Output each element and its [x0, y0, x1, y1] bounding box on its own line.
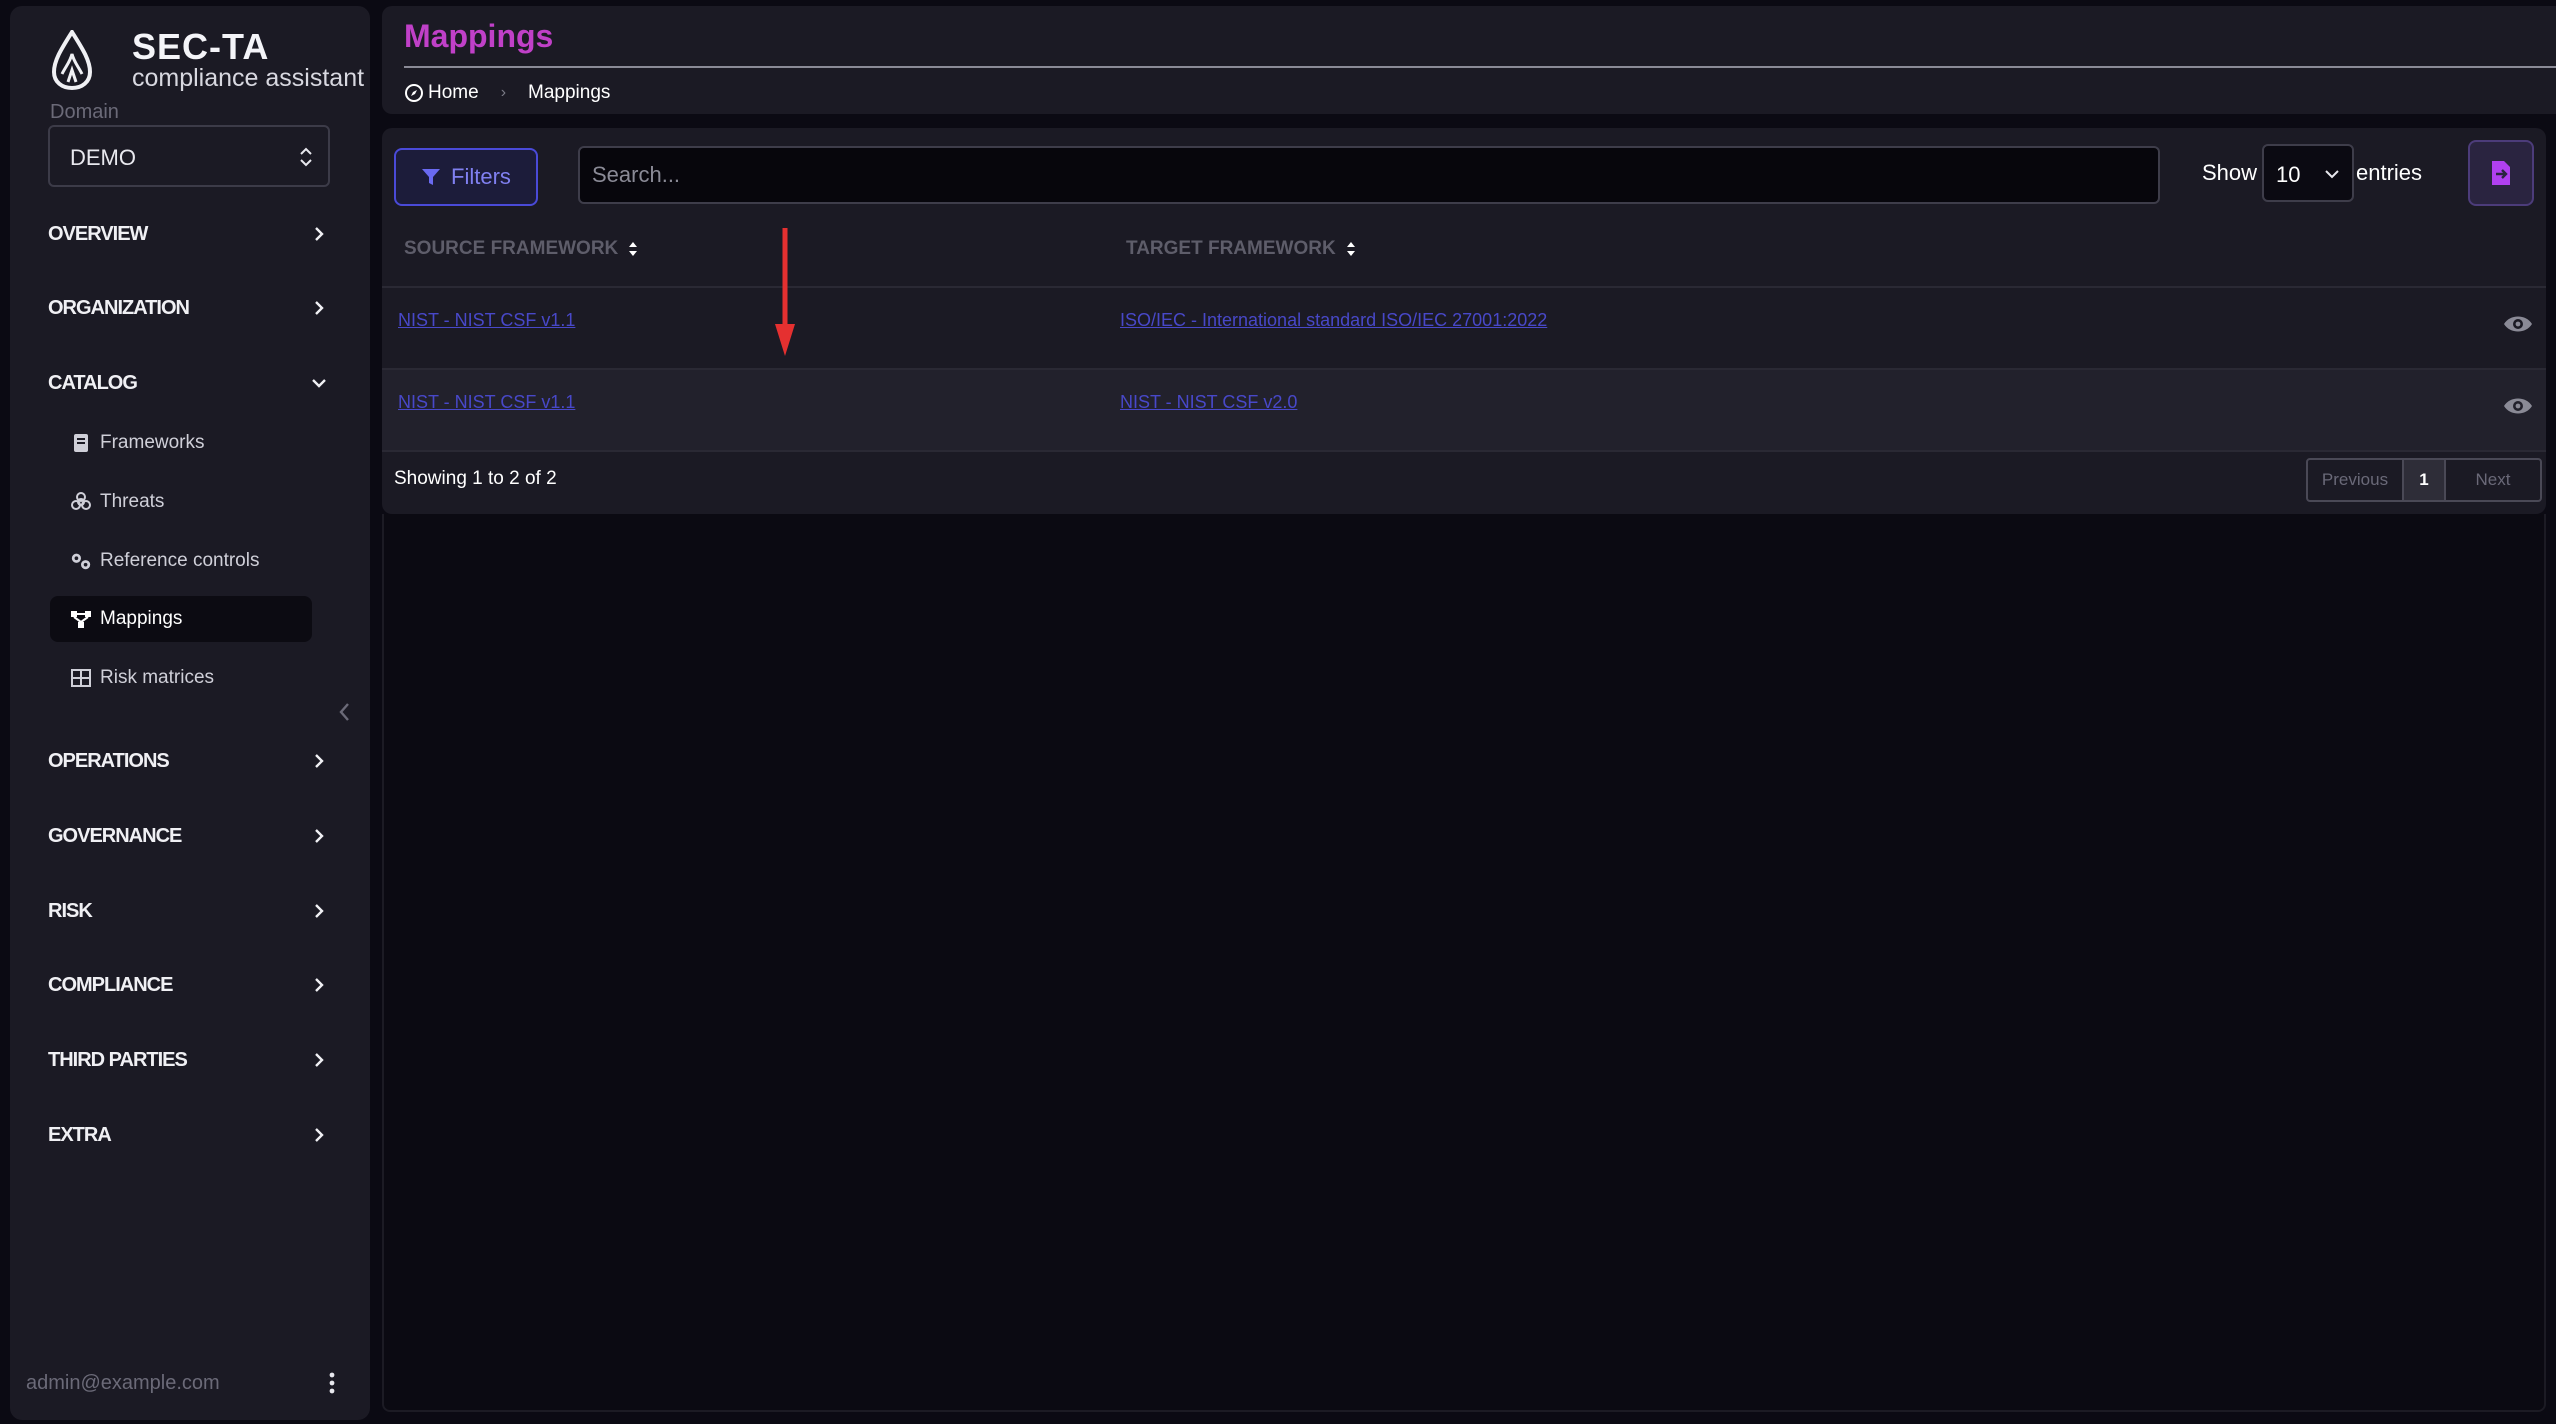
sidebar-item-label: Reference controls [100, 550, 260, 571]
breadcrumb-current: Mappings [528, 82, 611, 103]
sidebar-item-frameworks[interactable]: Frameworks [50, 420, 312, 466]
filter-icon [422, 169, 441, 185]
chevron-down-icon [312, 379, 326, 388]
sidebar-item-reference-controls[interactable]: Reference controls [50, 538, 312, 584]
eye-icon[interactable] [2502, 312, 2534, 336]
diagram-icon [70, 608, 92, 630]
previous-page-button[interactable]: Previous [2308, 460, 2404, 500]
collapse-sidebar-icon[interactable] [336, 700, 354, 724]
nav-group-label: OPERATIONS [48, 749, 170, 772]
annotation-arrow-icon [775, 228, 795, 356]
book-icon [70, 432, 92, 454]
sidebar: SEC-TA compliance assistant Domain DEMO … [10, 6, 370, 1420]
nav-group-label: OVERVIEW [48, 222, 148, 245]
nav-group-extra[interactable]: EXTRA [48, 1113, 328, 1157]
filters-button[interactable]: Filters [394, 148, 538, 206]
updown-chevron-icon [300, 147, 312, 167]
chevron-right-icon [315, 1128, 324, 1142]
nav-group-governance[interactable]: GOVERNANCE [48, 814, 328, 858]
app-title: SEC-TA [132, 26, 270, 67]
page-1-button[interactable]: 1 [2404, 460, 2444, 500]
mappings-table-panel: Filters Show 10 entries SOURCE FRAMEWORK… [382, 128, 2546, 514]
breadcrumb-home[interactable]: Home [428, 82, 479, 104]
biohazard-icon [70, 491, 92, 513]
grid-icon [70, 667, 92, 689]
chevron-right-icon [315, 829, 324, 843]
row-divider [382, 450, 2546, 452]
target-framework-link[interactable]: ISO/IEC - International standard ISO/IEC… [1120, 310, 1547, 331]
export-button[interactable] [2468, 140, 2534, 206]
source-framework-link[interactable]: NIST - NIST CSF v1.1 [398, 392, 575, 413]
chevron-down-icon [2325, 170, 2339, 179]
logo-icon [51, 30, 93, 90]
chevron-right-icon [315, 754, 324, 768]
nav-group-risk[interactable]: RISK [48, 889, 328, 933]
entries-per-page-select[interactable]: 10 [2262, 144, 2354, 202]
search-input[interactable] [578, 146, 2160, 204]
nav-group-label: GOVERNANCE [48, 824, 182, 847]
nav-group-overview[interactable]: OVERVIEW [48, 212, 328, 256]
file-export-icon [2492, 161, 2510, 185]
app-subtitle: compliance assistant [132, 64, 365, 92]
entries-value: 10 [2276, 162, 2301, 187]
table-row: NIST - NIST CSF v1.1 NIST - NIST CSF v2.… [382, 370, 2546, 450]
pagination: Previous 1 Next [2306, 458, 2542, 502]
chevron-right-icon [315, 1053, 324, 1067]
compass-icon [405, 84, 423, 102]
column-header-source[interactable]: SOURCE FRAMEWORK [404, 238, 638, 260]
column-header-label: SOURCE FRAMEWORK [404, 238, 619, 259]
table-info: Showing 1 to 2 of 2 [394, 468, 557, 489]
table-row: NIST - NIST CSF v1.1 ISO/IEC - Internati… [382, 288, 2546, 368]
sidebar-item-risk-matrices[interactable]: Risk matrices [50, 655, 312, 701]
nav-group-compliance[interactable]: COMPLIANCE [48, 963, 328, 1007]
next-page-button[interactable]: Next [2444, 460, 2540, 500]
sidebar-item-label: Mappings [100, 608, 183, 629]
sidebar-item-label: Threats [100, 491, 165, 512]
nav-group-organization[interactable]: ORGANIZATION [48, 286, 328, 330]
sort-icon [1346, 242, 1355, 256]
sidebar-item-label: Frameworks [100, 432, 205, 453]
eye-icon[interactable] [2502, 394, 2534, 418]
title-divider [404, 66, 2556, 68]
page-header: Mappings Home › Mappings [382, 6, 2556, 114]
nav-group-label: ORGANIZATION [48, 296, 190, 319]
chevron-right-icon [315, 978, 324, 992]
gears-icon [70, 550, 92, 572]
entries-label: entries [2356, 160, 2423, 185]
sidebar-item-threats[interactable]: Threats [50, 479, 312, 525]
domain-value: DEMO [70, 145, 136, 170]
sidebar-item-mappings[interactable]: Mappings [50, 596, 312, 642]
column-header-target[interactable]: TARGET FRAMEWORK [1126, 238, 1356, 260]
show-label: Show [2202, 160, 2258, 185]
nav-group-third-parties[interactable]: THIRD PARTIES [48, 1038, 328, 1082]
sidebar-item-label: Risk matrices [100, 667, 215, 688]
nav-group-label: CATALOG [48, 371, 138, 394]
chevron-right-icon [315, 904, 324, 918]
domain-select[interactable]: DEMO [48, 125, 330, 187]
nav-group-label: COMPLIANCE [48, 973, 173, 996]
column-header-label: TARGET FRAMEWORK [1126, 238, 1336, 259]
nav-group-label: THIRD PARTIES [48, 1048, 188, 1071]
sort-icon [629, 242, 638, 256]
chevron-right-icon [315, 301, 324, 315]
breadcrumb: Home › Mappings [404, 78, 610, 108]
target-framework-link[interactable]: NIST - NIST CSF v2.0 [1120, 392, 1297, 413]
user-email[interactable]: admin@example.com [26, 1372, 220, 1395]
nav-group-operations[interactable]: OPERATIONS [48, 739, 328, 783]
nav-group-label: EXTRA [48, 1123, 112, 1146]
nav-group-label: RISK [48, 899, 93, 922]
page-title: Mappings [404, 18, 554, 54]
breadcrumb-separator: › [500, 84, 507, 101]
app-logo[interactable]: SEC-TA compliance assistant [38, 22, 364, 92]
filters-label: Filters [451, 164, 511, 189]
kebab-menu-icon[interactable] [322, 1368, 342, 1398]
content-area [382, 514, 2546, 1412]
source-framework-link[interactable]: NIST - NIST CSF v1.1 [398, 310, 575, 331]
chevron-right-icon [315, 227, 324, 241]
domain-label: Domain [50, 101, 119, 123]
nav-group-catalog[interactable]: CATALOG [48, 361, 328, 405]
